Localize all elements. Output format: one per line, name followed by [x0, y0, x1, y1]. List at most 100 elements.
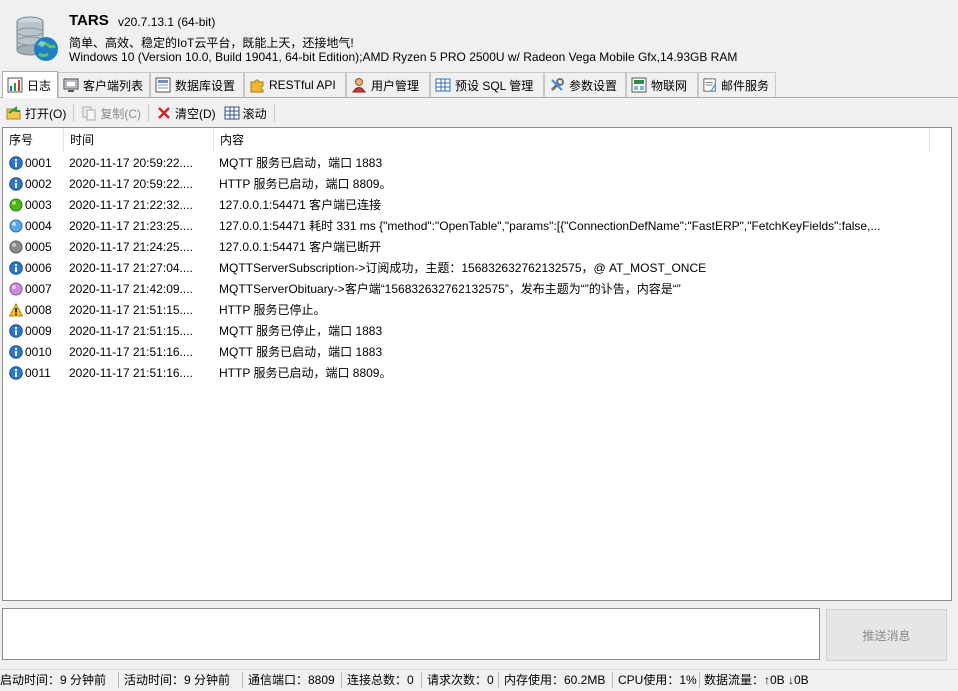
scroll-button-label: 滚动	[242, 106, 267, 121]
log-row[interactable]: 0010 2020-11-17 21:51:16.... MQTT 服务已启动，端口…	[3, 342, 951, 363]
log-time: 2020-11-17 20:59:22....	[69, 177, 193, 191]
tab-label: 物联网	[651, 78, 688, 93]
status-separator	[242, 672, 243, 688]
tab-mail-service[interactable]: 邮件服务	[698, 72, 776, 97]
log-content: HTTP 服务已启动，端口 8809。	[219, 366, 392, 380]
status-separator	[699, 672, 700, 688]
log-id: 0001	[25, 156, 52, 170]
log-id: 0007	[25, 282, 52, 296]
status-separator	[341, 672, 342, 688]
copy-icon	[82, 106, 96, 121]
log-content: MQTT 服务已停止，端口 1883	[219, 324, 383, 338]
log-content: 127.0.0.1:54471 客户端已连接	[219, 198, 382, 212]
open-folder-icon	[6, 106, 21, 120]
tab-label: 客户端列表	[82, 78, 143, 93]
log-row[interactable]: 0008 2020-11-17 21:51:15.... HTTP 服务已停止。	[3, 300, 951, 321]
column-header-content[interactable]: 内容	[214, 128, 930, 152]
log-row[interactable]: 0006 2020-11-17 21:27:04.... MQTTServerSub…	[3, 258, 951, 279]
tab-restful-api[interactable]: RESTful API	[244, 72, 346, 97]
tab-label: 数据库设置	[175, 78, 236, 93]
column-header-time[interactable]: 时间	[64, 128, 214, 152]
iot-icon	[631, 77, 647, 93]
copy-button-label: 复制(C)	[100, 106, 141, 121]
copy-button[interactable]: 复制(C)	[77, 102, 145, 124]
tab-log[interactable]: 日志	[2, 71, 58, 98]
log-content: HTTP 服务已停止。	[219, 303, 326, 317]
main-tabs: 日志 客户端列表 数据库设置 RESTful API 用户管理 预设 SQL 管…	[0, 71, 958, 98]
log-time: 2020-11-17 21:51:15....	[69, 303, 193, 317]
tools-icon	[550, 78, 564, 92]
warning-icon	[8, 302, 24, 317]
log-toolbar: 打开(O) 复制(C) 清空(D) 滚动	[0, 100, 958, 126]
tab-iot[interactable]: 物联网	[626, 72, 698, 97]
log-id: 0010	[25, 345, 52, 359]
status-separator	[118, 672, 119, 688]
toolbar-separator	[273, 104, 275, 122]
info-icon	[9, 366, 23, 380]
red-x-icon	[158, 107, 170, 119]
app-title: TARS	[69, 12, 109, 29]
log-row[interactable]: 0011 2020-11-17 21:51:16.... HTTP 服务已启动，端口…	[3, 363, 951, 384]
app-version: v20.7.13.1 (64-bit)	[118, 15, 216, 29]
toolbar-separator	[73, 104, 75, 122]
tab-label: 日志	[26, 78, 51, 93]
scroll-button[interactable]: 滚动	[220, 102, 271, 124]
log-time: 2020-11-17 21:22:32....	[69, 198, 193, 212]
column-header-id[interactable]: 序号	[3, 128, 64, 152]
monitor-icon	[63, 78, 79, 92]
status-bar: 启动时间：9 分钟前 活动时间：9 分钟前 通信端口：8809 连接总数：0 请…	[0, 669, 958, 691]
log-time: 2020-11-17 20:59:22....	[69, 156, 193, 170]
log-id: 0002	[25, 177, 52, 191]
log-list[interactable]: 序号 时间 内容 0001 2020-11-17 20:59:22.... MQTT…	[2, 127, 952, 601]
send-message-button[interactable]: 推送消息	[826, 609, 947, 661]
tab-database-settings[interactable]: 数据库设置	[150, 72, 244, 97]
green-dot-icon	[9, 198, 23, 212]
info-icon	[9, 324, 23, 338]
log-content: 127.0.0.1:54471 耗时 331 ms {"method":"Ope…	[219, 219, 881, 233]
log-time: 2020-11-17 21:23:25....	[69, 219, 193, 233]
mail-icon	[703, 78, 717, 92]
log-content: MQTT 服务已启动，端口 1883	[219, 345, 383, 359]
open-button[interactable]: 打开(O)	[2, 102, 70, 124]
log-time: 2020-11-17 21:51:15....	[69, 324, 193, 338]
open-button-label: 打开(O)	[25, 106, 67, 121]
app-slogan: 简单、高效、稳定的IoT云平台，既能上天，还接地气!	[69, 36, 354, 50]
status-separator	[421, 672, 422, 688]
log-row[interactable]: 0007 2020-11-17 21:42:09.... MQTTServerObi…	[3, 279, 951, 300]
info-icon	[9, 345, 23, 359]
status-memory: 内存使用：60.2MB	[504, 673, 606, 687]
tab-user-management[interactable]: 用户管理	[346, 72, 430, 97]
tab-label: 预设 SQL 管理	[455, 78, 534, 93]
toolbar-separator	[148, 104, 149, 122]
clear-button[interactable]: 清空(D)	[152, 102, 220, 124]
tab-divider	[0, 97, 958, 98]
blue-dot-icon	[9, 219, 23, 233]
log-row[interactable]: 0001 2020-11-17 20:59:22.... MQTT 服务已启动，端口…	[3, 153, 951, 174]
grid-icon	[224, 106, 240, 120]
tab-client-list[interactable]: 客户端列表	[58, 72, 150, 97]
status-port: 通信端口：8809	[248, 673, 335, 687]
tab-label: 参数设置	[569, 78, 618, 93]
log-time: 2020-11-17 21:42:09....	[69, 282, 193, 296]
puzzle-icon	[250, 79, 264, 93]
log-row[interactable]: 0002 2020-11-17 20:59:22.... HTTP 服务已启动，端口…	[3, 174, 951, 195]
tab-preset-sql[interactable]: 预设 SQL 管理	[430, 72, 544, 97]
purple-dot-icon	[9, 282, 23, 296]
status-start-time: 启动时间：9 分钟前	[0, 673, 107, 687]
log-content: 127.0.0.1:54471 客户端已断开	[219, 240, 382, 254]
log-time: 2020-11-17 21:51:16....	[69, 366, 193, 380]
info-icon	[9, 261, 23, 275]
tab-parameter-settings[interactable]: 参数设置	[544, 72, 626, 97]
log-content: MQTTServerObituary->客户端“1568326327621325…	[219, 282, 681, 296]
log-row[interactable]: 0004 2020-11-17 21:23:25.... 127.0.0.1:544…	[3, 216, 951, 237]
log-row[interactable]: 0009 2020-11-17 21:51:15.... MQTT 服务已停止，端口…	[3, 321, 951, 342]
log-id: 0008	[25, 303, 52, 317]
log-time: 2020-11-17 21:27:04....	[69, 261, 193, 275]
list-header: 序号 时间 内容	[3, 128, 951, 152]
log-id: 0005	[25, 240, 52, 254]
message-input[interactable]	[2, 608, 820, 660]
log-id: 0009	[25, 324, 52, 338]
log-row[interactable]: 0003 2020-11-17 21:22:32.... 127.0.0.1:544…	[3, 195, 951, 216]
tab-label: 用户管理	[371, 78, 420, 93]
log-row[interactable]: 0005 2020-11-17 21:24:25.... 127.0.0.1:544…	[3, 237, 951, 258]
